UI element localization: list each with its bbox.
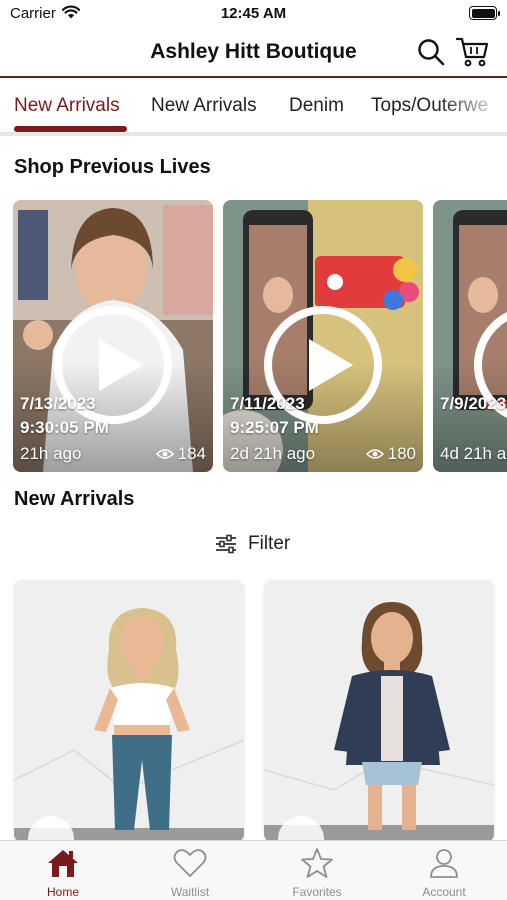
tab-account[interactable]: Account <box>381 841 507 900</box>
tab-new-arrivals[interactable]: New Arrivals <box>151 95 257 117</box>
search-button[interactable] <box>416 37 446 67</box>
live-age: 4d 21h ago <box>440 444 507 463</box>
tab-home-label: Home <box>46 885 79 899</box>
live-time: 9:30:05 PM <box>20 418 109 437</box>
tab-new-arrivals-active[interactable]: New Arrivals <box>14 95 120 117</box>
tab-denim[interactable]: Denim <box>289 95 344 117</box>
view-count: 184 <box>155 444 206 464</box>
search-icon <box>418 39 445 66</box>
category-tabs: New Arrivals New Arrivals Denim Tops/Out… <box>0 80 507 136</box>
product-card[interactable] <box>14 580 244 842</box>
eye-icon <box>365 449 384 459</box>
status-time: 12:45 AM <box>220 5 287 22</box>
product-image <box>264 580 494 842</box>
heart-icon <box>173 849 207 877</box>
tab-favorites[interactable]: Favorites <box>254 841 380 900</box>
view-count: 180 <box>365 444 416 464</box>
shop-previous-lives-title: Shop Previous Lives <box>14 156 211 178</box>
app-header: Ashley Hitt Boutique <box>0 28 507 78</box>
tab-waitlist-label: Waitlist <box>170 885 210 899</box>
tab-home[interactable]: Home <box>0 841 126 900</box>
product-image <box>14 580 244 842</box>
home-icon <box>48 850 78 877</box>
live-video-card[interactable]: 7/11/2023 9:25:07 PM 2d 21h ago 180 <box>223 200 423 472</box>
bottom-tab-bar: Home Waitlist Favorites Account <box>0 840 507 900</box>
active-tab-indicator <box>14 126 127 132</box>
status-bar: Carrier 12:45 AM <box>0 0 507 28</box>
product-card[interactable] <box>264 580 494 842</box>
tab-account-label: Account <box>422 885 466 899</box>
sliders-icon <box>216 534 236 554</box>
star-icon <box>301 848 333 878</box>
view-count-value: 184 <box>177 444 206 463</box>
account-icon <box>430 849 458 878</box>
live-video-card[interactable]: 7/13/2023 9:30:05 PM 21h ago 184 <box>13 200 213 472</box>
filter-label: Filter <box>248 533 291 554</box>
live-date: 7/11/2023 <box>230 394 305 413</box>
previous-lives-carousel[interactable]: 7/13/2023 9:30:05 PM 21h ago 184 7/11/20… <box>0 200 507 472</box>
live-date: 7/13/2023 <box>20 394 96 413</box>
view-count-value: 180 <box>387 444 416 463</box>
eye-icon <box>155 449 174 459</box>
live-time: 9:25:07 PM <box>230 418 319 437</box>
cart-button[interactable] <box>455 36 489 68</box>
tab-favorites-label: Favorites <box>292 885 342 899</box>
filter-row: Filter <box>0 530 507 562</box>
cart-icon <box>455 37 489 67</box>
filter-button[interactable]: Filter <box>214 533 290 555</box>
tab-waitlist[interactable]: Waitlist <box>127 841 253 900</box>
live-video-card[interactable]: 7/9/2023 4d 21h ago <box>433 200 507 472</box>
battery-icon <box>469 6 500 20</box>
new-arrivals-title: New Arrivals <box>14 488 135 510</box>
live-date: 7/9/2023 <box>440 394 507 413</box>
